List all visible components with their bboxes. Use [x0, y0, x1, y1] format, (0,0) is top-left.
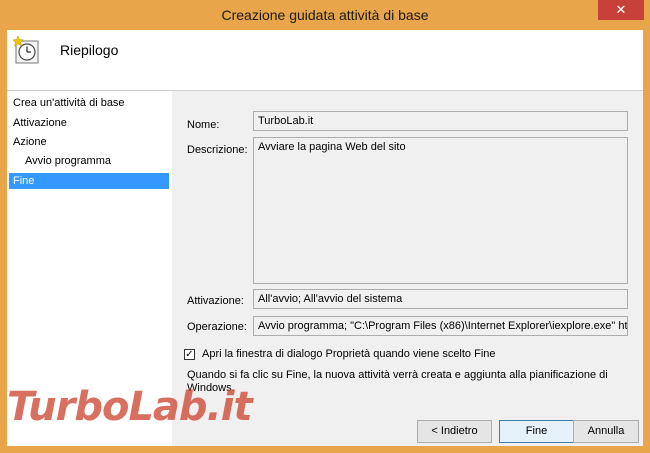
close-button[interactable]: ✕: [598, 0, 644, 20]
nav-item-start-program[interactable]: Avvio programma: [9, 153, 169, 169]
open-properties-label[interactable]: Apri la finestra di dialogo Proprietà qu…: [202, 348, 496, 360]
window-title: Creazione guidata attività di base: [221, 7, 429, 23]
nav-item-trigger[interactable]: Attivazione: [9, 115, 169, 131]
nav-item-create-task[interactable]: Crea un'attività di base: [9, 95, 169, 111]
cancel-button[interactable]: Annulla: [573, 420, 639, 443]
name-label: Nome:: [187, 119, 220, 131]
nav-item-finish[interactable]: Fine: [9, 173, 169, 189]
title-bar[interactable]: Creazione guidata attività di base ✕: [0, 0, 650, 30]
page-title: Riepilogo: [60, 42, 119, 58]
description-field[interactable]: Avviare la pagina Web del sito: [253, 137, 628, 284]
trigger-label: Attivazione:: [187, 295, 244, 307]
wizard-window: Creazione guidata attività di base ✕ Rie…: [0, 0, 650, 453]
trigger-field[interactable]: All'avvio; All'avvio del sistema: [253, 289, 628, 309]
action-label: Operazione:: [187, 321, 247, 333]
action-field[interactable]: Avvio programma; "C:\Program Files (x86)…: [253, 316, 628, 336]
back-button[interactable]: < Indietro: [417, 420, 492, 443]
nav-item-action[interactable]: Azione: [9, 134, 169, 150]
task-scheduler-icon: [13, 35, 39, 64]
wizard-header: Riepilogo: [7, 30, 643, 91]
description-label: Descrizione:: [187, 144, 248, 156]
turbolab-watermark: TurboLab.it: [7, 384, 253, 430]
finish-info-text: Quando si fa clic su Fine, la nuova atti…: [187, 369, 608, 394]
name-field[interactable]: TurboLab.it: [253, 111, 628, 131]
open-properties-checkbox[interactable]: ✓: [184, 349, 195, 360]
finish-button[interactable]: Fine: [499, 420, 574, 443]
